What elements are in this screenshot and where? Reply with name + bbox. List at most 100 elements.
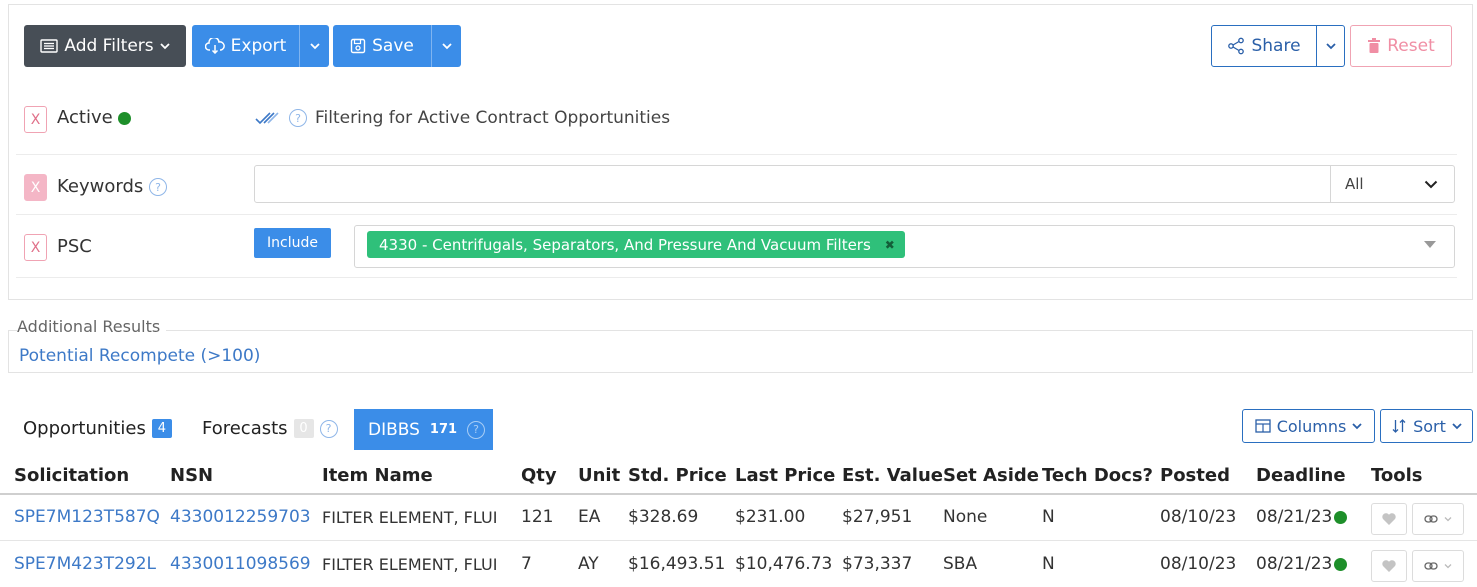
deadline-status-dot [1334, 557, 1348, 571]
columns-icon [1255, 419, 1271, 433]
solicitation-link[interactable]: SPE7M423T292L [14, 554, 156, 574]
column-header-solicitation[interactable]: Solicitation [14, 465, 129, 486]
tech-docs: N [1042, 554, 1055, 574]
unit: AY [578, 554, 599, 574]
additional-results-legend: Additional Results [17, 317, 167, 336]
save-dropdown-toggle[interactable] [432, 25, 461, 67]
chevron-down-icon [1424, 180, 1438, 188]
keywords-scope-select[interactable]: All [1330, 166, 1454, 202]
remove-active-filter-button[interactable]: X [24, 106, 47, 133]
share-button[interactable]: Share [1212, 26, 1316, 66]
tab-opportunities[interactable]: Opportunities 4 [23, 418, 172, 439]
deadline-status-dot [1334, 510, 1348, 524]
list-icon [40, 39, 59, 53]
dibbs-count-badge: 171 [429, 422, 458, 437]
set-aside: SBA [943, 554, 978, 574]
std-price: $328.69 [628, 507, 699, 527]
divider [16, 277, 1457, 278]
solicitation-link[interactable]: SPE7M123T587Q [14, 507, 160, 527]
help-icon[interactable]: ? [467, 420, 486, 439]
help-icon[interactable]: ? [319, 419, 338, 438]
unit: EA [578, 507, 601, 527]
nsn-link[interactable]: 4330012259703 [170, 507, 311, 527]
item-name: FILTER ELEMENT, FLUI [322, 555, 498, 574]
sort-button[interactable]: Sort [1380, 409, 1473, 443]
chevron-down-icon [309, 43, 320, 50]
save-label: Save [372, 36, 414, 56]
divider [16, 154, 1457, 155]
divider [16, 214, 1457, 215]
export-label: Export [230, 36, 287, 56]
export-button[interactable]: Export [192, 25, 299, 67]
include-toggle-button[interactable]: Include [254, 228, 331, 258]
save-split-button: Save [333, 25, 461, 67]
posted-date: 08/10/23 [1160, 507, 1237, 527]
remove-psc-filter-button[interactable]: X [24, 234, 47, 261]
trash-icon [1368, 38, 1381, 53]
tab-dibbs[interactable]: DIBBS 171 ? [354, 409, 493, 450]
link-icon [1424, 562, 1438, 570]
column-header-set-aside[interactable]: Set Aside [943, 465, 1039, 486]
column-header-item-name[interactable]: Item Name [322, 465, 433, 486]
table-row: SPE7M423T292L 4330011098569 FILTER ELEME… [0, 542, 1477, 587]
heart-icon [1382, 560, 1396, 572]
link-icon [1424, 515, 1438, 523]
psc-tag: 4330 - Centrifugals, Separators, And Pre… [367, 231, 905, 258]
column-header-est-value[interactable]: Est. Value [842, 465, 943, 486]
column-header-qty[interactable]: Qty [521, 465, 557, 486]
last-price: $231.00 [735, 507, 806, 527]
help-icon[interactable]: ? [149, 178, 167, 196]
active-status-dot [118, 111, 132, 125]
column-header-std-price[interactable]: Std. Price [628, 465, 727, 486]
export-split-button: Export [192, 25, 329, 67]
last-price: $10,476.73 [735, 554, 833, 574]
export-dropdown-toggle[interactable] [300, 25, 329, 67]
chevron-down-icon [160, 43, 170, 50]
qty: 121 [521, 507, 554, 527]
chevron-down-icon [1325, 43, 1336, 50]
psc-multiselect[interactable]: 4330 - Centrifugals, Separators, And Pre… [354, 225, 1455, 268]
deadline-date: 08/21/23 [1256, 507, 1348, 527]
chevron-down-icon [1452, 423, 1462, 430]
columns-button[interactable]: Columns [1242, 409, 1375, 443]
column-header-last-price[interactable]: Last Price [735, 465, 835, 486]
tab-forecasts[interactable]: Forecasts 0 ? [202, 418, 338, 439]
share-dropdown-toggle[interactable] [1317, 26, 1344, 66]
qty: 7 [521, 554, 532, 574]
std-price: $16,493.51 [628, 554, 726, 574]
link-dropdown-button[interactable] [1412, 550, 1464, 582]
forecasts-count-badge: 0 [293, 419, 314, 438]
item-name: FILTER ELEMENT, FLUI [322, 508, 498, 527]
share-icon [1228, 37, 1245, 55]
double-check-icon [255, 112, 279, 125]
table-row: SPE7M123T587Q 4330012259703 FILTER ELEME… [0, 495, 1477, 541]
keywords-input[interactable] [255, 166, 1330, 202]
column-header-posted[interactable]: Posted [1160, 465, 1230, 486]
add-filters-button[interactable]: Add Filters [24, 25, 186, 67]
column-header-deadline[interactable]: Deadline [1256, 465, 1346, 486]
help-icon[interactable]: ? [289, 109, 307, 127]
nsn-link[interactable]: 4330011098569 [170, 554, 311, 574]
reset-button[interactable]: Reset [1350, 25, 1452, 67]
keywords-filter-label: Keywords ? [57, 176, 167, 197]
remove-tag-icon[interactable]: ✖ [885, 238, 895, 252]
keywords-input-group: All [254, 165, 1455, 203]
column-header-nsn[interactable]: NSN [170, 465, 213, 486]
share-split-button: Share [1211, 25, 1345, 67]
opportunities-count-badge: 4 [151, 419, 172, 438]
favorite-button[interactable] [1371, 550, 1407, 582]
potential-recompete-link[interactable]: Potential Recompete (>100) [19, 346, 260, 366]
chevron-down-icon [441, 43, 452, 50]
set-aside: None [943, 507, 988, 527]
favorite-button[interactable] [1371, 503, 1407, 535]
link-dropdown-button[interactable] [1412, 503, 1464, 535]
chevron-down-icon [1444, 564, 1452, 569]
active-filter-label: Active [57, 107, 132, 128]
column-header-unit[interactable]: Unit [578, 465, 620, 486]
caret-down-icon[interactable] [1424, 241, 1436, 248]
chevron-down-icon [1444, 517, 1452, 522]
column-header-tech-docs[interactable]: Tech Docs? [1042, 465, 1153, 486]
remove-keywords-filter-button[interactable]: X [24, 174, 47, 201]
save-button[interactable]: Save [333, 25, 431, 67]
sort-arrows-icon [1392, 419, 1406, 433]
